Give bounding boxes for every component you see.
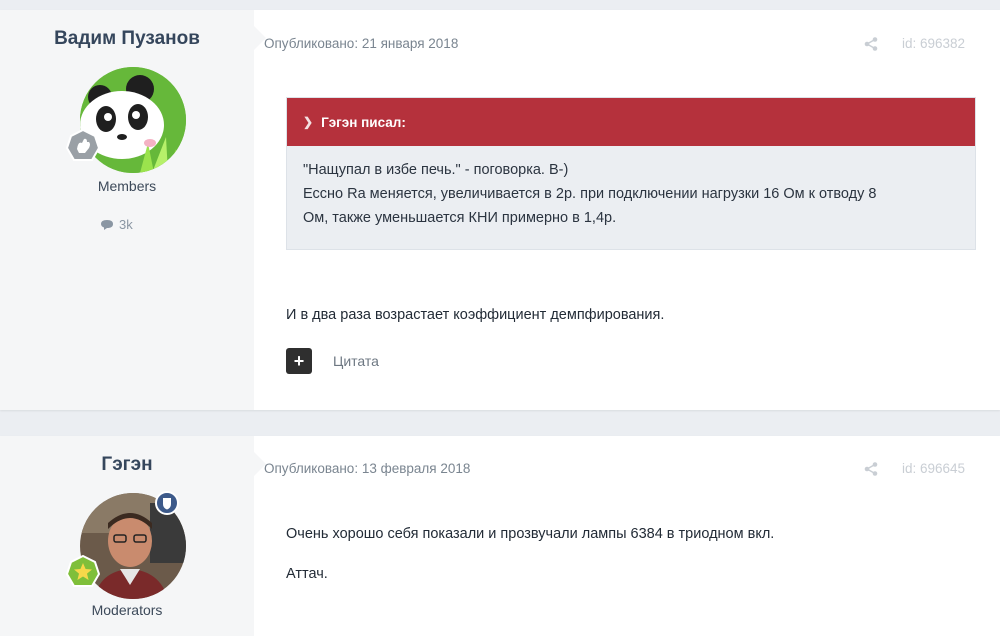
quote-author: Гэгэн писал: [321,114,406,130]
quote-button[interactable]: Цитата [333,353,379,369]
quote-body: "Нащупал в избе печь." - поговорка. В-) … [287,146,975,242]
share-icon[interactable] [864,462,878,476]
author-panel: Вадим Пузанов Members 3k [0,10,254,410]
post-date-link[interactable]: Опубликовано: 13 февраля 2018 [264,461,470,476]
quote-header[interactable]: ❯ Гэгэн писал: [287,98,975,146]
star-rank-badge-icon [65,554,101,589]
quote-line: "Нащупал в избе печь." - поговорка. В-) [303,162,569,178]
share-icon[interactable] [864,37,878,51]
post-count: 3k [100,217,133,232]
multiquote-plus-button[interactable]: + [286,348,312,374]
quote-line: Ом, также уменьшается КНИ примерно в 1,4… [303,210,617,226]
post-id-link[interactable]: id: 696382 [902,36,965,51]
member-group-label: Moderators [91,602,163,618]
moderator-shield-icon [155,491,179,515]
quote-block: ❯ Гэгэн писал: "Нащупал в избе печь." - … [286,97,976,250]
member-group-label: Members [97,178,157,194]
post-count-value: 3k [119,217,133,232]
rank-badge-icon [65,128,101,163]
post-date-link[interactable]: Опубликовано: 21 января 2018 [264,36,458,51]
post-content-text: Очень хорошо себя показали и прозвучали … [286,526,775,542]
post-696382: Вадим Пузанов Members 3k Опубликовано: 2… [0,10,1000,410]
quote-line: Ессно Ra меняется, увеличивается в 2р. п… [303,186,877,202]
author-name-link[interactable]: Вадим Пузанов [0,28,254,50]
author-panel: Гэгэн Moderators [0,436,254,636]
author-name-link[interactable]: Гэгэн [0,454,254,476]
post-696645: Гэгэн Moderators Опубликовано: 13 феврал… [0,436,1000,636]
comment-icon [101,219,113,230]
post-id-link[interactable]: id: 696645 [902,461,965,476]
post-content-text: Аттач. [286,566,328,582]
chevron-down-icon: ❯ [303,115,314,129]
post-content-text: И в два раза возрастает коэффициент демп… [286,307,665,323]
